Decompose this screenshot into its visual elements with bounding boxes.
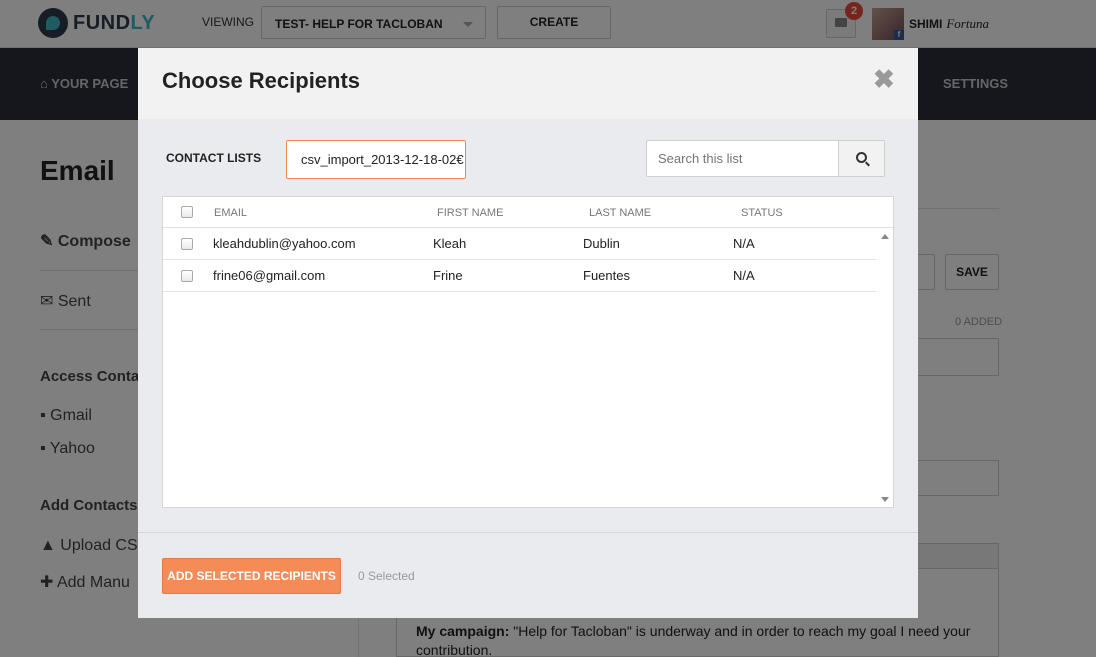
row-checkbox[interactable]	[181, 270, 193, 282]
scroll-up-icon[interactable]	[881, 234, 889, 239]
table-row[interactable]: kleahdublin@yahoo.com Kleah Dublin N/A	[163, 228, 876, 260]
status-cell: N/A	[733, 268, 755, 283]
contact-lists-label: CONTACT LISTS	[166, 151, 262, 165]
contact-list-select[interactable]: csv_import_2013-12-18-02€	[286, 140, 466, 179]
scroll-down-icon[interactable]	[881, 497, 889, 502]
select-all-checkbox[interactable]	[181, 206, 193, 218]
column-header-email[interactable]: EMAIL	[214, 207, 247, 219]
selected-count: 0 Selected	[358, 569, 415, 583]
column-header-first-name[interactable]: FIRST NAME	[437, 207, 503, 219]
last-name-cell: Dublin	[583, 236, 620, 251]
email-cell: kleahdublin@yahoo.com	[213, 236, 356, 251]
first-name-cell: Frine	[433, 268, 463, 283]
modal-title: Choose Recipients	[162, 68, 361, 93]
column-header-last-name[interactable]: LAST NAME	[589, 207, 651, 219]
table-scrollbar[interactable]	[877, 229, 893, 507]
table-row[interactable]: frine06@gmail.com Frine Fuentes N/A	[163, 260, 876, 292]
column-header-status[interactable]: STATUS	[741, 207, 783, 219]
last-name-cell: Fuentes	[583, 268, 630, 283]
search-icon-handle	[865, 161, 870, 167]
modal-footer: ADD SELECTED RECIPIENTS 0 Selected	[138, 532, 918, 618]
table-header: EMAIL FIRST NAME LAST NAME STATUS	[163, 197, 893, 228]
close-icon[interactable]: ✖	[873, 66, 895, 92]
choose-recipients-modal: Choose Recipients ✖ CONTACT LISTS csv_im…	[138, 48, 918, 618]
first-name-cell: Kleah	[433, 236, 467, 251]
recipients-table: EMAIL FIRST NAME LAST NAME STATUS kleahd…	[162, 196, 894, 508]
add-selected-recipients-button[interactable]: ADD SELECTED RECIPIENTS	[162, 558, 341, 594]
row-checkbox[interactable]	[181, 238, 193, 250]
search-input[interactable]	[646, 140, 839, 177]
search-button[interactable]	[838, 140, 885, 177]
email-cell: frine06@gmail.com	[213, 268, 326, 283]
status-cell: N/A	[733, 236, 755, 251]
modal-header: Choose Recipients ✖	[138, 48, 918, 119]
